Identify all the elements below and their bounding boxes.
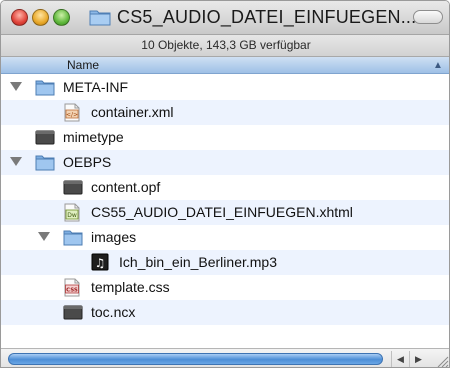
scroll-right-arrow-icon[interactable]: ▶	[409, 351, 427, 367]
list-item[interactable]: images	[1, 225, 449, 250]
window-title: CS5_AUDIO_DATEI_EINFUEGEN...	[117, 7, 417, 27]
toolbar-toggle-button[interactable]	[413, 10, 443, 24]
file-name: container.xml	[91, 104, 174, 120]
close-window-button[interactable]	[11, 9, 28, 26]
sort-ascending-icon: ▲	[433, 60, 443, 71]
folder-icon	[89, 10, 111, 26]
file-name: Ich_bin_ein_Berliner.mp3	[119, 254, 277, 270]
status-bar: 10 Objekte, 143,3 GB verfügbar	[1, 35, 449, 57]
list-item[interactable]: ♫ Ich_bin_ein_Berliner.mp3	[1, 250, 449, 275]
dreamweaver-file-icon: Dw	[64, 203, 80, 222]
audio-file-icon: ♫	[91, 253, 109, 271]
scrollbar-thumb[interactable]	[8, 353, 383, 365]
file-name: content.opf	[91, 179, 161, 195]
list-item[interactable]: </> container.xml	[1, 100, 449, 125]
horizontal-scrollbar[interactable]: ◀ ▶	[1, 348, 449, 367]
list-item[interactable]: CSS template.css	[1, 275, 449, 300]
title-bar: CS5_AUDIO_DATEI_EINFUEGEN...	[1, 1, 449, 35]
file-list: META-INF </> container.xml mimetype OEBP…	[1, 75, 449, 348]
list-item[interactable]: Dw CS55_AUDIO_DATEI_EINFUEGEN.xhtml	[1, 200, 449, 225]
file-icon	[63, 305, 83, 320]
css-file-icon: CSS	[64, 278, 80, 297]
zoom-window-button[interactable]	[53, 9, 70, 26]
file-name: images	[91, 229, 137, 245]
file-name: OEBPS	[63, 154, 112, 170]
file-name: CS55_AUDIO_DATEI_EINFUEGEN.xhtml	[91, 204, 353, 220]
list-item[interactable]: META-INF	[1, 75, 449, 100]
file-name: mimetype	[63, 129, 124, 145]
list-item[interactable]: content.opf	[1, 175, 449, 200]
svg-text:Dw: Dw	[67, 212, 77, 219]
list-item[interactable]: OEBPS	[1, 150, 449, 175]
list-item[interactable]: mimetype	[1, 125, 449, 150]
resize-grip-icon[interactable]	[431, 351, 449, 367]
folder-icon	[63, 230, 83, 246]
folder-icon	[35, 155, 55, 171]
file-icon	[35, 130, 55, 145]
column-header-name[interactable]: Name ▲	[1, 57, 449, 74]
svg-text:♫: ♫	[95, 256, 106, 270]
file-icon	[63, 180, 83, 195]
disclosure-triangle-icon[interactable]	[10, 157, 22, 166]
folder-icon	[35, 80, 55, 96]
finder-window: CS5_AUDIO_DATEI_EINFUEGEN... 10 Objekte,…	[0, 0, 450, 368]
file-name: toc.ncx	[91, 304, 136, 320]
file-name: META-INF	[63, 79, 129, 95]
file-name: template.css	[91, 279, 170, 295]
disclosure-triangle-icon[interactable]	[10, 82, 22, 91]
svg-text:</>: </>	[66, 112, 78, 119]
disclosure-triangle-icon[interactable]	[38, 232, 50, 241]
xml-file-icon: </>	[64, 103, 80, 122]
scroll-left-arrow-icon[interactable]: ◀	[391, 351, 409, 367]
minimize-window-button[interactable]	[32, 9, 49, 26]
svg-text:CSS: CSS	[66, 288, 78, 294]
column-header-label: Name	[67, 58, 100, 72]
list-item[interactable]: toc.ncx	[1, 300, 449, 325]
